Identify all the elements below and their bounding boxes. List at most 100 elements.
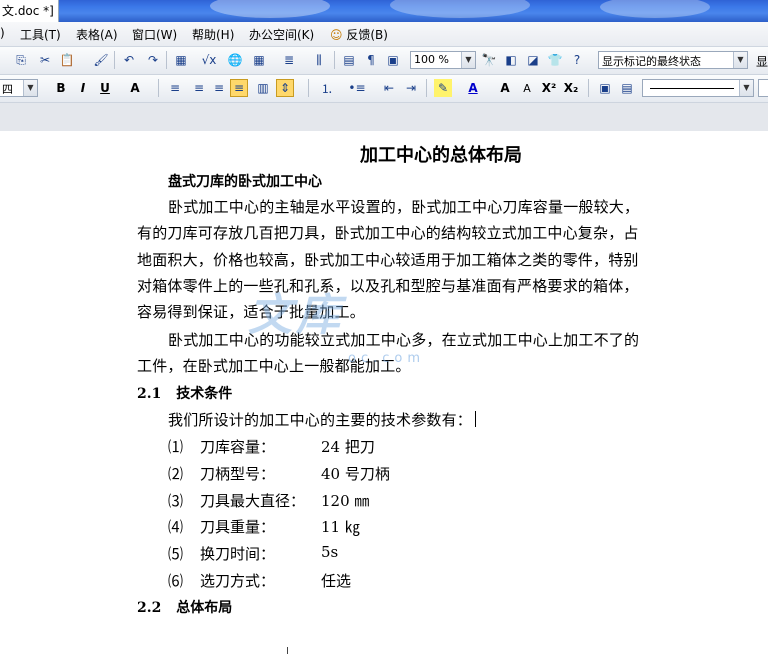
increase-indent-icon[interactable]: ⇥ xyxy=(402,79,420,97)
show-menu-label[interactable]: 显 xyxy=(756,53,768,70)
document-page[interactable]: 加工中心的总体布局 盘式刀库的卧式加工中心 卧式加工中心的主轴是水平设置的，卧式… xyxy=(0,131,768,654)
text-box-icon[interactable]: ▤ xyxy=(618,79,636,97)
line-spacing-icon[interactable]: ⇕ xyxy=(276,79,294,97)
markup-display-select[interactable]: 显示标记的最终状态 ▼ xyxy=(598,51,748,69)
paragraph-line: 有的刀库可存放几百把刀具，卧式加工中心的结构较立式加工中心复杂，占 xyxy=(137,224,639,242)
page-marker xyxy=(287,647,288,654)
shirt-skin-icon[interactable]: 👕 xyxy=(546,51,564,69)
markup-display-value: 显示标记的最终状态 xyxy=(602,55,701,68)
param-value: 任选 xyxy=(321,572,352,590)
menu-bar: ) 工具(T) 表格(A) 窗口(W) 帮助(H) 办公空间(K) ☺ 反馈(B… xyxy=(0,22,768,47)
hyperlink-globe-icon[interactable]: 🌐 xyxy=(226,51,244,69)
menu-office-space[interactable]: 办公空间(K) xyxy=(249,26,314,43)
intro-text: 我们所设计的加工中心的主要的技术参数有： xyxy=(168,411,473,429)
param-value: 120 ㎜ xyxy=(321,492,370,510)
chart-icon[interactable]: ⫼ xyxy=(310,51,328,69)
param-index: ⑵ xyxy=(168,465,184,483)
font-effects-button[interactable]: A xyxy=(126,79,144,97)
superscript-button[interactable]: X² xyxy=(540,79,558,97)
redo-icon[interactable]: ↷ xyxy=(144,51,162,69)
param-value: 40 号刀柄 xyxy=(321,465,390,483)
align-right-icon[interactable]: ≡ xyxy=(210,79,228,97)
font-color-icon[interactable]: A xyxy=(464,79,482,97)
param-name: 刀具最大直径： xyxy=(200,492,306,510)
window-title: 文.doc *] xyxy=(0,0,59,22)
section-heading-2-1: 2.1 技术条件 xyxy=(137,383,232,403)
formatting-toolbar: 四 ▼ B I U A ≡ ≡ ≡ ≡ ▥ ⇕ ⒈ •≡ ⇤ ⇥ ✎ A A A… xyxy=(0,75,768,103)
menu-tools[interactable]: 工具(T) xyxy=(20,26,61,43)
paste-icon[interactable]: 📋 xyxy=(58,51,76,69)
zoom-value: 100 % xyxy=(414,53,449,66)
paragraph-line: 对箱体零件上的一些孔和孔系，以及孔和型腔与基准面有严格要求的箱体， xyxy=(137,277,639,295)
italic-button[interactable]: I xyxy=(74,79,92,97)
align-center-icon[interactable]: ≡ xyxy=(190,79,208,97)
copy-icon[interactable]: ⎘ xyxy=(12,51,30,69)
formula-icon[interactable]: √x xyxy=(200,51,218,69)
undo-icon[interactable]: ↶ xyxy=(120,51,138,69)
insert-table-icon[interactable]: ▦ xyxy=(172,51,190,69)
show-hide-icon[interactable]: ¶ xyxy=(362,51,380,69)
section-number: 2.1 xyxy=(137,386,162,402)
section-title: 技术条件 xyxy=(176,386,233,402)
chevron-down-icon: ▼ xyxy=(23,80,37,96)
section-number: 2.2 xyxy=(137,600,162,616)
line-style-preview xyxy=(650,87,734,89)
ruler-area xyxy=(0,103,768,132)
param-name: 刀柄型号： xyxy=(200,465,276,483)
template-icon[interactable]: ◪ xyxy=(524,51,542,69)
line-style-select[interactable]: ▼ xyxy=(642,79,754,97)
font-size-value: 四 xyxy=(2,83,13,96)
param-value: 24 把刀 xyxy=(321,438,375,456)
table-grid-icon[interactable]: ▦ xyxy=(250,51,268,69)
section-title: 总体布局 xyxy=(176,600,233,616)
reading-mode-icon[interactable]: ◧ xyxy=(502,51,520,69)
param-name: 换刀时间： xyxy=(200,545,276,563)
shrink-font-button[interactable]: A xyxy=(518,79,536,97)
font-size-select[interactable]: 四 ▼ xyxy=(0,79,38,97)
standard-toolbar: ⎘ ✂ 📋 🖌 ↶ ↷ ▦ √x 🌐 ▦ ≣ ⫼ ▤ ¶ ▣ 100 % ▼ 🔭… xyxy=(0,47,768,75)
param-name: 选刀方式： xyxy=(200,572,276,590)
highlight-icon[interactable]: ✎ xyxy=(434,79,452,97)
param-value: 11 ㎏ xyxy=(321,518,360,536)
numbered-list-icon[interactable]: ⒈ xyxy=(318,79,336,97)
help-icon[interactable]: ? xyxy=(568,51,586,69)
feedback-icon: ☺ xyxy=(330,28,343,42)
find-icon[interactable]: 🔭 xyxy=(480,51,498,69)
page-view-icon[interactable]: ▣ xyxy=(384,51,402,69)
title-bar: 文.doc *] xyxy=(0,0,768,22)
format-painter-icon[interactable]: 🖌 xyxy=(92,51,110,69)
zoom-select[interactable]: 100 % ▼ xyxy=(410,51,476,69)
bullet-list-icon[interactable]: •≡ xyxy=(348,79,366,97)
chevron-down-icon: ▼ xyxy=(733,52,747,68)
text-cursor xyxy=(475,411,477,427)
cut-icon[interactable]: ✂ xyxy=(36,51,54,69)
character-border-icon[interactable]: ▣ xyxy=(596,79,614,97)
underline-button[interactable]: U xyxy=(96,79,114,97)
menu-table[interactable]: 表格(A) xyxy=(76,26,118,43)
bold-button[interactable]: B xyxy=(52,79,70,97)
param-name: 刀具重量： xyxy=(200,518,276,536)
document-map-icon[interactable]: ▤ xyxy=(340,51,358,69)
columns-icon[interactable]: ≣ xyxy=(280,51,298,69)
distribute-icon[interactable]: ▥ xyxy=(254,79,272,97)
menu-feedback[interactable]: ☺ 反馈(B) xyxy=(330,26,388,43)
paragraph-line: 工件，在卧式加工中心上一般都能加工。 xyxy=(137,357,411,375)
border-select[interactable] xyxy=(758,79,768,97)
justify-icon[interactable]: ≡ xyxy=(230,79,248,97)
param-index: ⑸ xyxy=(168,545,184,563)
grow-font-button[interactable]: A xyxy=(496,79,514,97)
document-title: 加工中心的总体布局 xyxy=(360,145,522,166)
menu-window[interactable]: 窗口(W) xyxy=(132,26,177,43)
menu-feedback-label: 反馈(B) xyxy=(346,28,388,42)
paragraph-line: 容易得到保证，适合于批量加工。 xyxy=(137,303,366,321)
paragraph-line: 卧式加工中心的主轴是水平设置的，卧式加工中心刀库容量一般较大， xyxy=(168,198,640,216)
subscript-button[interactable]: X₂ xyxy=(562,79,580,97)
menu-help[interactable]: 帮助(H) xyxy=(192,26,234,43)
decrease-indent-icon[interactable]: ⇤ xyxy=(380,79,398,97)
section-heading-2-2: 2.2 总体布局 xyxy=(137,597,232,617)
paragraph-line: 地面积大，价格也较高，卧式加工中心较适用于加工箱体之类的零件，特别 xyxy=(137,251,639,269)
chevron-down-icon: ▼ xyxy=(461,52,475,68)
menu-edit-partial[interactable]: ) xyxy=(0,26,5,40)
param-index: ⑷ xyxy=(168,518,184,536)
align-left-icon[interactable]: ≡ xyxy=(166,79,184,97)
